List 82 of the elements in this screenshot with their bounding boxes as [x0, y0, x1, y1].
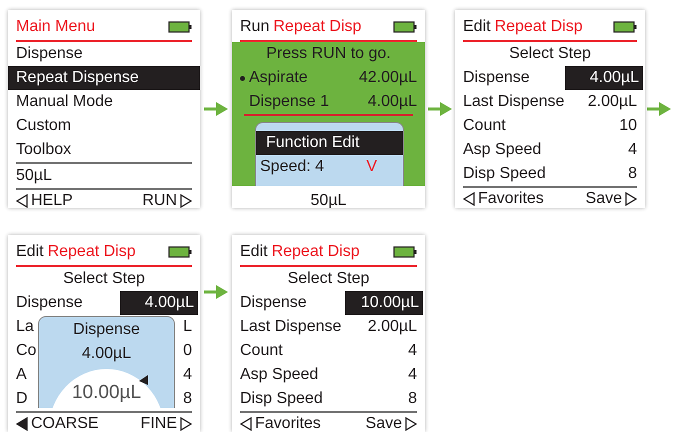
right-triangle-icon	[625, 192, 637, 206]
battery-icon	[393, 21, 417, 33]
step-label: Disp Speed	[240, 390, 323, 408]
step-label: Co	[16, 342, 36, 360]
softkey-label[interactable]: Favorites	[478, 190, 544, 208]
softkey-label[interactable]: RUN	[142, 192, 177, 208]
step-value[interactable]: 4.00µL	[565, 66, 643, 90]
step-value[interactable]: L	[183, 318, 192, 336]
step-label: A	[16, 366, 27, 384]
arrow-icon	[428, 102, 452, 116]
pointer-icon	[139, 375, 148, 385]
softkey-label[interactable]: COARSE	[31, 415, 99, 432]
battery-icon	[168, 246, 192, 258]
step-label: Dispense	[16, 294, 83, 312]
right-triangle-icon	[180, 194, 192, 208]
softkey-label[interactable]: Favorites	[255, 415, 321, 432]
popup-value: 4.00µL	[82, 344, 132, 364]
battery-icon	[393, 246, 417, 258]
step-label: La	[16, 318, 34, 336]
right-triangle-icon	[405, 417, 417, 431]
step-label: Asp Speed	[463, 141, 542, 159]
step-value[interactable]: 8	[628, 165, 637, 183]
prompt-text: Press RUN to go.	[265, 44, 392, 64]
step-value[interactable]: 4	[408, 366, 417, 384]
speed-label: Speed: 4	[260, 157, 324, 177]
screen-title: Edit	[16, 243, 44, 261]
step-label: Last Dispense	[463, 93, 564, 111]
battery-icon	[613, 21, 637, 33]
step-value: 42.00µL	[358, 69, 417, 87]
arrow-icon	[647, 102, 671, 116]
popup-title: Function Edit	[256, 131, 403, 155]
subtitle: Select Step	[62, 269, 146, 289]
step-value: 4.00µL	[368, 93, 417, 111]
dial-value: 10.00µL	[72, 382, 142, 404]
volume-label: 50µL	[310, 191, 348, 208]
arrow-icon	[204, 285, 228, 299]
step-value[interactable]: 4	[183, 366, 192, 384]
menu-item[interactable]: Repeat Dispense	[8, 66, 200, 90]
step-value[interactable]: 10.00µL	[345, 291, 423, 315]
program-name: Repeat Disp	[48, 243, 136, 261]
softkey-label[interactable]: Save	[586, 190, 622, 208]
step-value[interactable]: 4	[408, 342, 417, 360]
program-name: Repeat Disp	[494, 18, 583, 36]
menu-item[interactable]: Dispense	[8, 42, 200, 66]
softkey-label[interactable]: FINE	[140, 415, 177, 432]
program-name: Repeat Disp	[272, 243, 360, 261]
step-label: Dispense	[240, 294, 307, 312]
step-value[interactable]: 4.00µL	[120, 291, 198, 315]
step-value[interactable]: 8	[408, 390, 417, 408]
menu-item[interactable]: Toolbox	[8, 138, 200, 162]
softkey-label[interactable]: Save	[366, 415, 402, 432]
step-label: Asp Speed	[240, 366, 318, 384]
screen-title: Edit	[463, 18, 491, 36]
step-value[interactable]: 0	[183, 342, 192, 360]
step-label: Count	[463, 117, 506, 135]
program-name: Repeat Disp	[273, 18, 362, 36]
battery-icon	[168, 21, 192, 33]
step-value[interactable]: 2.00µL	[588, 93, 637, 111]
step-label: Dispense	[463, 69, 530, 87]
screen-title: Run	[240, 18, 270, 36]
step-label: Aspirate	[249, 69, 308, 87]
step-value[interactable]: 10	[619, 117, 637, 135]
step-label: Count	[240, 342, 283, 360]
popup-title: Dispense	[73, 320, 140, 340]
menu-item[interactable]: Custom	[8, 114, 200, 138]
subtitle: Select Step	[508, 44, 592, 64]
step-label: Dispense 1	[249, 93, 330, 111]
screen-title: Edit	[240, 243, 268, 261]
subtitle: Select Step	[286, 269, 370, 289]
softkey-label[interactable]: HELP	[31, 192, 73, 208]
right-triangle-icon	[180, 417, 192, 431]
arrow-icon	[204, 102, 228, 116]
step-value[interactable]: 4	[628, 141, 637, 159]
step-label: Disp Speed	[463, 165, 546, 183]
step-label: Last Dispense	[240, 318, 342, 336]
menu-item[interactable]: Manual Mode	[8, 90, 200, 114]
program-name: Main Menu	[16, 18, 96, 36]
step-label: D	[16, 390, 28, 408]
speed-marker: V	[366, 157, 377, 177]
volume-label: 50µL	[16, 167, 52, 184]
step-value[interactable]: 2.00µL	[368, 318, 417, 336]
step-value[interactable]: 8	[183, 390, 192, 408]
